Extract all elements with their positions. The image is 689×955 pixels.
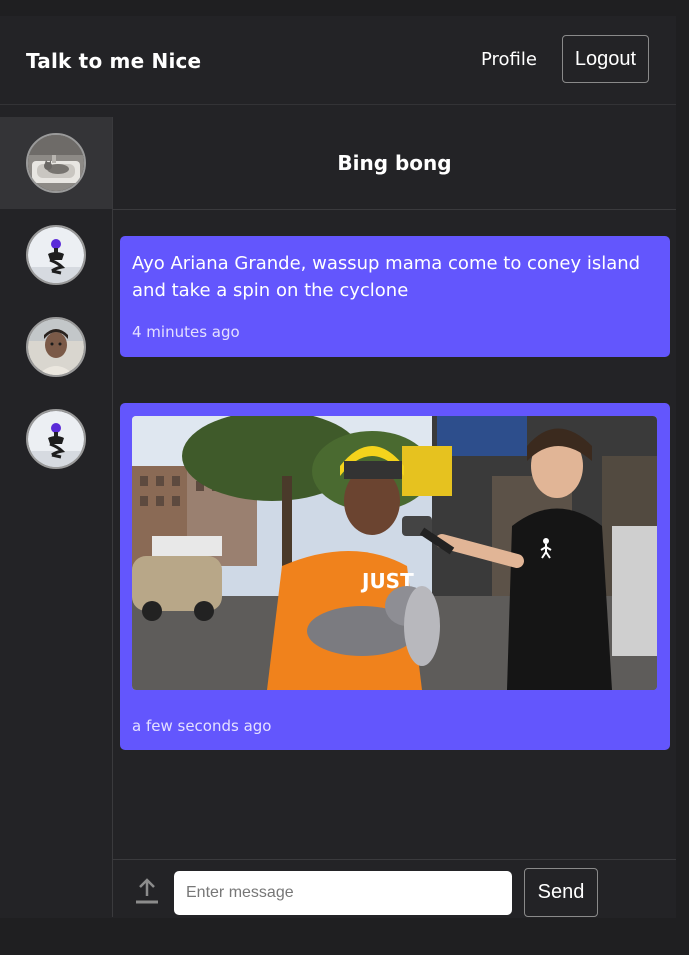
app-header: Talk to me Nice Profile Logout xyxy=(0,16,676,105)
message-bubble: JUST a few seconds ago xyxy=(120,403,670,750)
message-timestamp: 4 minutes ago xyxy=(132,323,240,341)
cartoon-figure-photo xyxy=(28,227,84,283)
send-button[interactable]: Send xyxy=(524,868,598,917)
message-composer: Send xyxy=(113,859,676,919)
street-interview-photo: JUST xyxy=(132,416,657,690)
message-bubble: Ayo Ariana Grande, wassup mama come to c… xyxy=(120,236,670,357)
person-portrait-photo xyxy=(28,319,84,375)
avatar xyxy=(26,133,86,193)
cat-in-sink-photo xyxy=(28,135,84,191)
cartoon-figure-photo xyxy=(28,411,84,467)
contacts-sidebar xyxy=(0,117,113,917)
window-top-strip xyxy=(0,0,689,16)
avatar xyxy=(26,225,86,285)
message-timestamp: a few seconds ago xyxy=(132,717,272,735)
brand-title: Talk to me Nice xyxy=(26,49,202,73)
contact-item[interactable] xyxy=(0,117,112,209)
logout-button[interactable]: Logout xyxy=(562,35,649,83)
avatar xyxy=(26,317,86,377)
upload-icon[interactable] xyxy=(135,878,159,904)
profile-link[interactable]: Profile xyxy=(481,49,537,70)
chat-title: Bing bong xyxy=(113,117,676,210)
chat-app: Talk to me Nice Profile Logout Bing bong… xyxy=(0,16,676,918)
contact-item[interactable] xyxy=(0,209,112,301)
message-text: Ayo Ariana Grande, wassup mama come to c… xyxy=(132,253,641,301)
contact-item[interactable] xyxy=(0,393,112,485)
contact-item[interactable] xyxy=(0,301,112,393)
message-image[interactable]: JUST xyxy=(132,416,657,690)
avatar xyxy=(26,409,86,469)
message-input[interactable] xyxy=(174,871,512,915)
